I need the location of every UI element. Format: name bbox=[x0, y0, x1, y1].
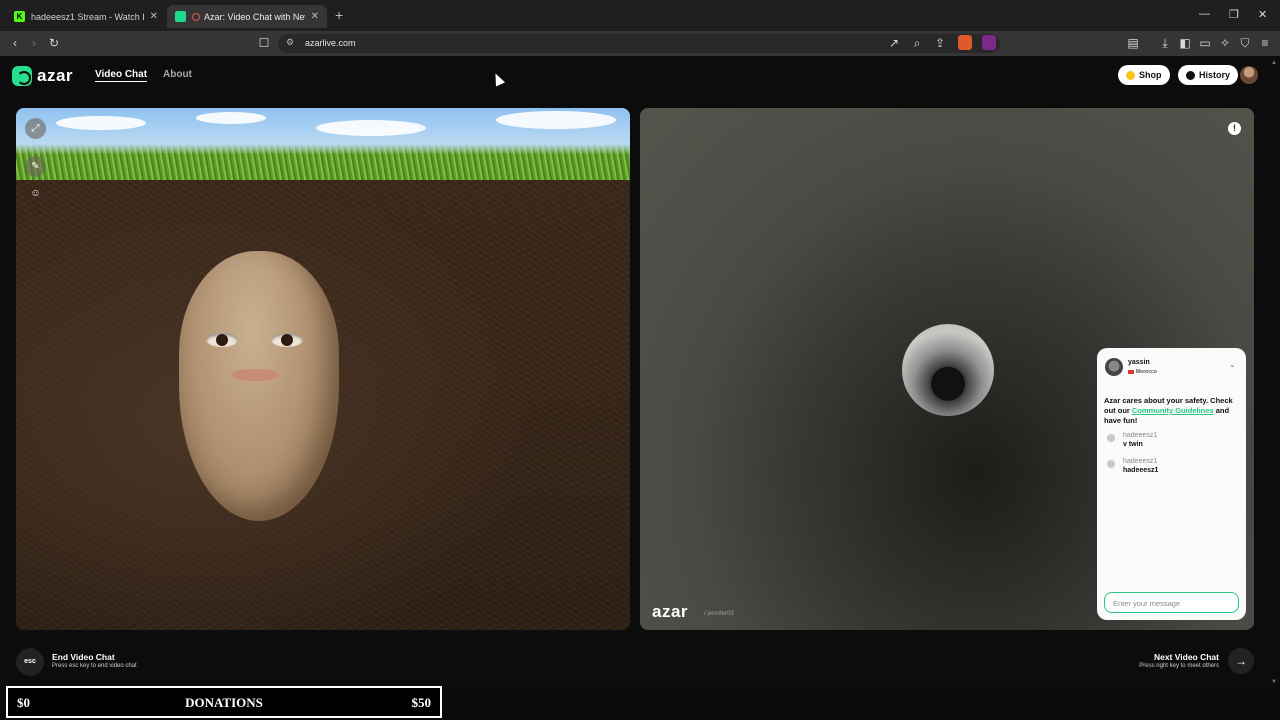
partner-country: Morocco bbox=[1128, 369, 1157, 375]
close-tab-icon[interactable]: ✕ bbox=[150, 11, 158, 22]
partner-avatar bbox=[1105, 358, 1123, 376]
flag-icon bbox=[1128, 369, 1134, 374]
menu-icon[interactable]: ≡ bbox=[1257, 35, 1273, 51]
message-avatar-icon bbox=[1107, 460, 1115, 468]
partner-video: ! azar / jennifer03 yassin Morocco ⌄ Aza… bbox=[640, 108, 1254, 630]
next-chat-title: Next Video Chat bbox=[1153, 652, 1219, 662]
azar-watermark: azar bbox=[652, 602, 689, 621]
logo-text: azar bbox=[37, 66, 74, 85]
gem-icon bbox=[1126, 70, 1135, 80]
azar-logo[interactable]: azar bbox=[12, 66, 73, 86]
browser-tab-bar: K hadeeesz1 Stream - Watch Live on K ✕ A… bbox=[0, 0, 1280, 31]
reload-icon[interactable]: ↻ bbox=[46, 35, 62, 51]
reader-mode-icon[interactable]: ▤ bbox=[1125, 35, 1141, 51]
partner-face-blur-orb bbox=[902, 324, 994, 416]
tab-azar[interactable]: Azar: Video Chat with New Pe ✕ bbox=[167, 5, 327, 28]
cloud bbox=[196, 112, 266, 124]
safety-notice: Azar cares about your safety. Check out … bbox=[1104, 396, 1242, 426]
sidebar-icon[interactable]: ◧ bbox=[1177, 35, 1193, 51]
scroll-down-icon[interactable]: ▼ bbox=[1271, 679, 1277, 685]
magic-filter-icon[interactable]: ✎ bbox=[25, 156, 46, 177]
tab-kick-stream[interactable]: K hadeeesz1 Stream - Watch Live on K ✕ bbox=[6, 5, 166, 28]
cloud bbox=[496, 111, 616, 129]
donation-label: DONATIONS bbox=[185, 695, 263, 710]
expand-icon[interactable]: ⤢ bbox=[25, 118, 46, 139]
shop-label: Shop bbox=[1139, 70, 1162, 80]
user-avatar[interactable] bbox=[1240, 66, 1258, 84]
cloud bbox=[316, 120, 426, 136]
ai-assistant-icon[interactable]: ✧ bbox=[1217, 35, 1233, 51]
shop-button[interactable]: Shop bbox=[1118, 65, 1170, 85]
potato-face-filter bbox=[179, 251, 339, 521]
site-info-icon[interactable]: ⚙ bbox=[286, 37, 294, 48]
kick-favicon-icon: K bbox=[14, 11, 25, 22]
brave-rewards-icon[interactable] bbox=[982, 35, 996, 50]
message-avatar-icon bbox=[1107, 434, 1115, 442]
zoom-icon[interactable]: ⌕ bbox=[909, 35, 925, 51]
azar-favicon-icon bbox=[175, 11, 186, 22]
close-window-button[interactable]: ✕ bbox=[1258, 8, 1267, 21]
new-tab-button[interactable]: + bbox=[335, 7, 343, 23]
chat-message-input[interactable]: Enter your message bbox=[1104, 592, 1239, 613]
brave-shields-icon[interactable] bbox=[958, 35, 972, 50]
mouth bbox=[231, 369, 279, 381]
browser-toolbar: ‹ › ↻ ☐ ⚙ azarlive.com ↗ ⌕ ⇪ ▤ ⤓ ◧ ▭ ✧ ⛉… bbox=[0, 31, 1280, 56]
close-tab-icon[interactable]: ✕ bbox=[311, 11, 319, 22]
bookmark-icon[interactable]: ☐ bbox=[256, 35, 272, 51]
history-label: History bbox=[1199, 70, 1231, 80]
url-text: azarlive.com bbox=[305, 38, 356, 48]
next-chat-hint: Press right key to meet others bbox=[1139, 663, 1219, 669]
donation-goal: $50 bbox=[411, 695, 432, 710]
minimize-button[interactable]: — bbox=[1199, 8, 1210, 20]
next-chat-button[interactable]: → bbox=[1228, 648, 1254, 674]
maximize-button[interactable]: ❐ bbox=[1229, 8, 1239, 21]
community-guidelines-link[interactable]: Community Guidelines bbox=[1132, 406, 1214, 415]
azar-page: azar Video Chat About Shop History ⤢ ✎ ☺… bbox=[0, 56, 1280, 687]
forward-icon[interactable]: › bbox=[26, 35, 42, 51]
country-name: Morocco bbox=[1136, 369, 1157, 375]
chevron-down-icon[interactable]: ⌄ bbox=[1229, 360, 1236, 369]
history-button[interactable]: History bbox=[1178, 65, 1239, 85]
download-icon[interactable]: ⤓ bbox=[1157, 35, 1173, 51]
sticker-icon[interactable]: ☺ bbox=[25, 183, 46, 204]
watermark-user: / jennifer03 bbox=[704, 611, 734, 617]
grass-strip bbox=[16, 144, 630, 180]
report-icon[interactable]: ! bbox=[1228, 122, 1241, 135]
recording-indicator-icon bbox=[192, 12, 200, 21]
tab-title: hadeeesz1 Stream - Watch Live on K bbox=[31, 11, 144, 22]
open-external-icon[interactable]: ↗ bbox=[886, 35, 902, 51]
end-chat-hint: Press esc key to end video chat bbox=[52, 663, 137, 669]
history-icon bbox=[1186, 70, 1195, 80]
cloud bbox=[56, 116, 146, 130]
local-video: ⤢ ✎ ☺ bbox=[16, 108, 630, 630]
share-icon[interactable]: ⇪ bbox=[932, 35, 948, 51]
message-text: hadeeesz1 bbox=[1123, 467, 1159, 474]
back-icon[interactable]: ‹ bbox=[7, 35, 23, 51]
scroll-up-icon[interactable]: ▲ bbox=[1271, 60, 1277, 66]
wallet-icon[interactable]: ▭ bbox=[1197, 35, 1213, 51]
nav-video-chat[interactable]: Video Chat bbox=[95, 69, 148, 82]
nav-about[interactable]: About bbox=[163, 69, 192, 80]
right-eye bbox=[271, 333, 303, 347]
end-chat-title: End Video Chat bbox=[52, 652, 115, 662]
chat-panel: yassin Morocco ⌄ Azar cares about your s… bbox=[1097, 348, 1246, 620]
end-chat-button[interactable]: esc bbox=[16, 648, 44, 676]
message-author: hadeeesz1 bbox=[1123, 458, 1158, 465]
message-text: v twin bbox=[1123, 441, 1143, 448]
tab-title: Azar: Video Chat with New Pe bbox=[204, 11, 305, 22]
message-author: hadeeesz1 bbox=[1123, 432, 1158, 439]
azar-logo-icon bbox=[12, 66, 32, 86]
donation-goal-bar: $0 DONATIONS $50 bbox=[6, 686, 442, 718]
left-eye bbox=[206, 333, 238, 347]
vpn-icon[interactable]: ⛉ bbox=[1237, 35, 1253, 51]
partner-username: yassin bbox=[1128, 359, 1150, 366]
